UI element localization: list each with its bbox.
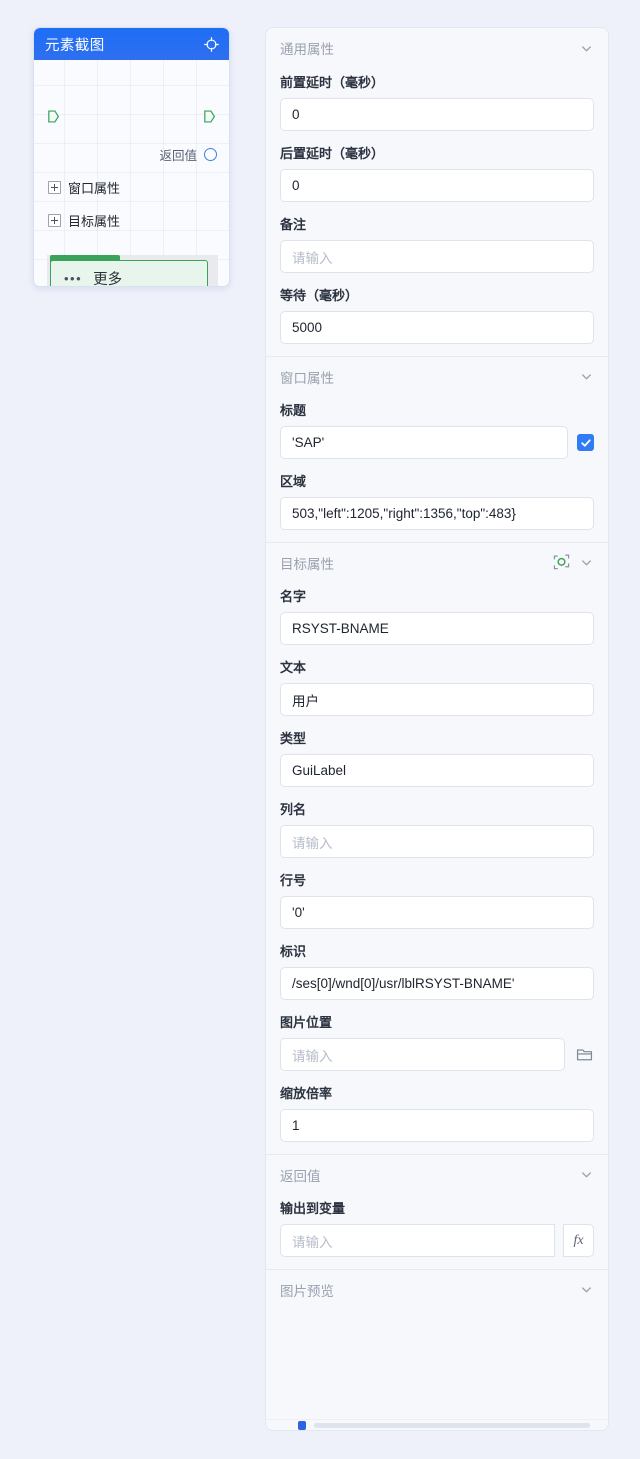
plus-expand-icon[interactable] [48, 214, 61, 227]
section-header-return[interactable]: 返回值 [266, 1154, 608, 1194]
field-label: 输出到变量 [280, 1201, 346, 1216]
column-name-input[interactable]: 请输入 [280, 825, 594, 858]
field-window-title: 标题 'SAP' [266, 400, 608, 459]
field-label: 文本 [280, 660, 307, 675]
section-title: 返回值 [280, 1168, 321, 1184]
section-title: 窗口属性 [280, 370, 334, 386]
chevron-down-icon[interactable] [580, 1168, 593, 1181]
field-label: 列名 [280, 802, 307, 817]
node-tree-item-label: 目标属性 [68, 214, 121, 229]
field-pre-delay: 前置延时（毫秒） 0 [266, 72, 608, 131]
field-post-delay: 后置延时（毫秒） 0 [266, 143, 608, 202]
field-label: 缩放倍率 [280, 1086, 333, 1101]
more-button-label: 更多 [93, 271, 123, 287]
target-text-input[interactable]: 用户 [280, 683, 594, 716]
node-more-area: ••• 更多 [47, 255, 218, 287]
field-label: 行号 [280, 873, 307, 888]
field-label: 后置延时（毫秒） [280, 146, 385, 161]
chevron-down-icon[interactable] [580, 42, 593, 55]
row-number-input[interactable]: '0' [280, 896, 594, 929]
field-row-number: 行号 '0' [266, 870, 608, 929]
section-title: 通用属性 [280, 42, 334, 57]
target-name-input[interactable]: RSYST-BNAME [280, 612, 594, 645]
field-label: 标题 [280, 403, 307, 418]
section-header-image-preview[interactable]: 图片预览 [266, 1269, 608, 1309]
field-image-path: 图片位置 请输入 [266, 1012, 608, 1071]
section-title: 目标属性 [280, 556, 334, 572]
chevron-down-icon[interactable] [580, 556, 593, 569]
node-title: 元素截图 [45, 37, 105, 54]
pre-delay-input[interactable]: 0 [280, 98, 594, 131]
chevron-down-icon[interactable] [580, 370, 593, 383]
field-output-variable: 输出到变量 请输入 fx [266, 1198, 608, 1257]
field-window-region: 区域 503,"left":1205,"right":1356,"top":48… [266, 471, 608, 530]
window-region-input[interactable]: 503,"left":1205,"right":1356,"top":483} [280, 497, 594, 530]
field-target-type: 类型 GuiLabel [266, 728, 608, 787]
node-tree-item-label: 窗口属性 [68, 181, 121, 196]
node-return-value-port[interactable]: 返回值 [159, 145, 217, 164]
fx-expression-button[interactable]: fx [563, 1224, 594, 1257]
field-label: 标识 [280, 944, 307, 959]
ellipsis-icon: ••• [64, 270, 83, 286]
target-type-input[interactable]: GuiLabel [280, 754, 594, 787]
node-tree-item-window-props[interactable]: 窗口属性 [48, 178, 120, 197]
flow-node-card[interactable]: 元素截图 返回值 窗口属性 目标属性 ••• 更多 [33, 27, 230, 287]
field-target-name: 名字 RSYST-BNAME [266, 586, 608, 645]
output-port-icon[interactable] [202, 109, 217, 124]
field-wait: 等待（毫秒） 5000 [266, 285, 608, 344]
post-delay-input[interactable]: 0 [280, 169, 594, 202]
field-label: 类型 [280, 731, 307, 746]
more-button[interactable]: ••• 更多 [50, 260, 208, 287]
folder-browse-button[interactable] [574, 1044, 594, 1066]
properties-panel: 通用属性 前置延时（毫秒） 0 后置延时（毫秒） 0 备注 请输入 等待（毫秒）… [265, 27, 609, 1431]
field-label: 名字 [280, 589, 307, 604]
section-title: 图片预览 [280, 1283, 334, 1299]
field-label: 前置延时（毫秒） [280, 75, 385, 90]
return-value-port-icon[interactable] [204, 148, 217, 161]
crosshair-target-icon[interactable] [203, 36, 220, 53]
scrollbar-track[interactable] [314, 1423, 590, 1428]
scrollbar-thumb[interactable] [298, 1421, 306, 1430]
plus-expand-icon[interactable] [48, 181, 61, 194]
field-label: 图片位置 [280, 1015, 333, 1030]
field-column-name: 列名 请输入 [266, 799, 608, 858]
node-return-value-label: 返回值 [159, 149, 197, 163]
input-port-icon[interactable] [46, 109, 61, 124]
section-header-window[interactable]: 窗口属性 [266, 356, 608, 396]
window-title-checkbox[interactable] [577, 434, 594, 451]
section-header-general[interactable]: 通用属性 [266, 28, 608, 68]
field-label: 备注 [280, 217, 307, 232]
field-target-text: 文本 用户 [266, 657, 608, 716]
window-title-input[interactable]: 'SAP' [280, 426, 568, 459]
horizontal-scrollbar[interactable] [266, 1419, 608, 1430]
capture-element-icon[interactable] [553, 554, 570, 571]
node-card-header[interactable]: 元素截图 [34, 28, 229, 60]
node-port-row [34, 109, 229, 124]
section-header-target[interactable]: 目标属性 [266, 542, 608, 582]
field-label: 等待（毫秒） [280, 288, 359, 303]
chevron-down-icon[interactable] [580, 1283, 593, 1296]
field-scale-ratio: 缩放倍率 1 [266, 1083, 608, 1142]
scale-ratio-input[interactable]: 1 [280, 1109, 594, 1142]
remark-input[interactable]: 请输入 [280, 240, 594, 273]
node-card-body: 返回值 窗口属性 目标属性 ••• 更多 [34, 60, 229, 287]
image-path-input[interactable]: 请输入 [280, 1038, 565, 1071]
output-variable-input[interactable]: 请输入 [280, 1224, 555, 1257]
field-label: 区域 [280, 474, 307, 489]
node-tree-item-target-props[interactable]: 目标属性 [48, 211, 120, 230]
wait-input[interactable]: 5000 [280, 311, 594, 344]
field-identifier: 标识 /ses[0]/wnd[0]/usr/lblRSYST-BNAME' [266, 941, 608, 1000]
identifier-input[interactable]: /ses[0]/wnd[0]/usr/lblRSYST-BNAME' [280, 967, 594, 1000]
properties-scroll-area[interactable]: 通用属性 前置延时（毫秒） 0 后置延时（毫秒） 0 备注 请输入 等待（毫秒）… [266, 28, 608, 1309]
field-remark: 备注 请输入 [266, 214, 608, 273]
